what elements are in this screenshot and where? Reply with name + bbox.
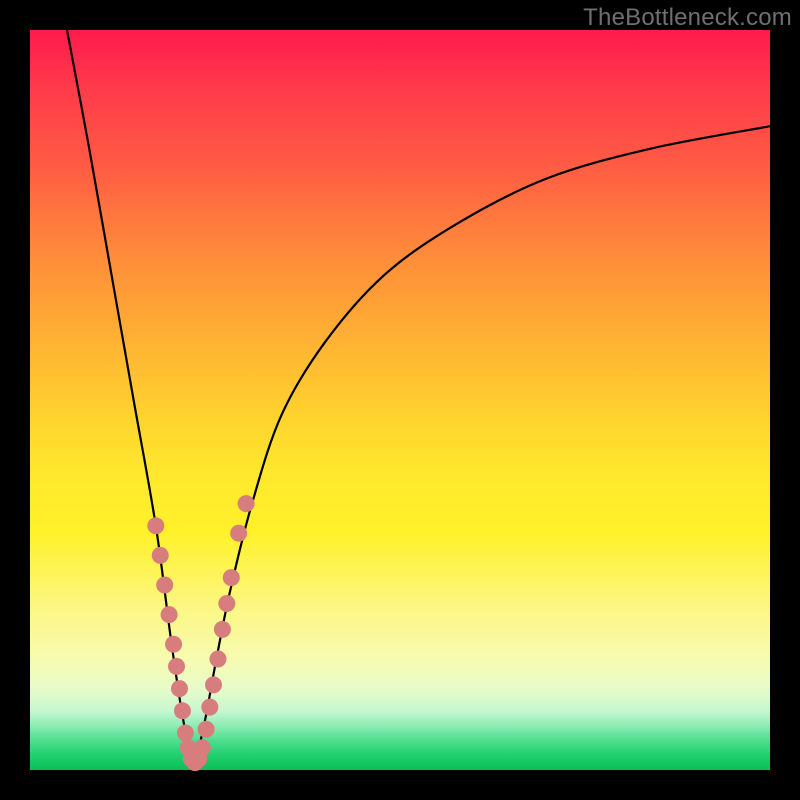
watermark-text: TheBottleneck.com (583, 4, 792, 32)
marker-point (161, 606, 178, 623)
marker-point (218, 595, 235, 612)
marker-point (238, 495, 255, 512)
marker-point (223, 569, 240, 586)
marker-point (147, 517, 164, 534)
marker-point (177, 725, 194, 742)
marker-point (209, 651, 226, 668)
marker-point (230, 525, 247, 542)
highlight-markers (147, 495, 254, 771)
marker-point (194, 739, 211, 756)
marker-point (168, 658, 185, 675)
marker-point (174, 702, 191, 719)
marker-point (201, 699, 218, 716)
marker-point (214, 621, 231, 638)
chart-frame: TheBottleneck.com (0, 0, 800, 800)
marker-point (171, 680, 188, 697)
curve-layer (30, 30, 770, 770)
plot-area (30, 30, 770, 770)
bottleneck-curve (67, 30, 770, 763)
marker-point (205, 676, 222, 693)
marker-point (165, 636, 182, 653)
marker-point (198, 721, 215, 738)
marker-point (156, 577, 173, 594)
marker-point (152, 547, 169, 564)
